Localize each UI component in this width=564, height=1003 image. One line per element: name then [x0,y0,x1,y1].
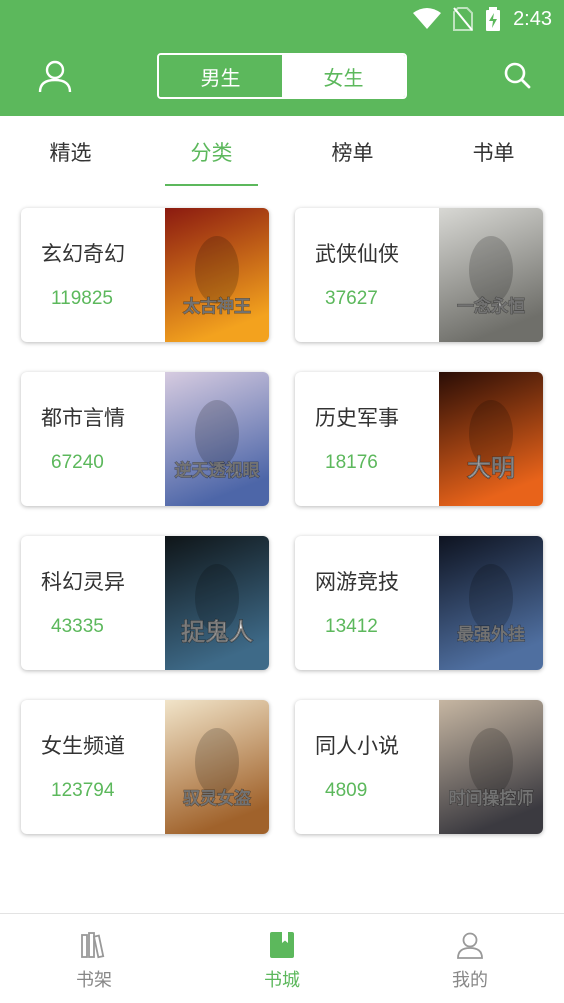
book-cover-image: 捉鬼人 [165,536,269,670]
app-header: 男生 女生 [0,36,564,116]
svg-text:太古神王: 太古神王 [183,296,251,317]
category-card[interactable]: 历史军事 18176 大明 [295,372,543,506]
no-sim-icon [453,7,474,31]
category-count: 67240 [51,452,104,473]
category-name: 女生频道 [41,734,125,758]
svg-text:逆天透视眼: 逆天透视眼 [175,460,260,481]
category-grid: 玄幻奇幻 119825 太古神王 武侠仙侠 37627 一念永恒 都市言情 67… [21,208,543,834]
nav-bookshelf[interactable]: 书架 [0,914,188,1003]
book-cover-image: 一念永恒 [439,208,543,342]
category-count: 4809 [325,780,368,801]
category-name: 网游竞技 [315,570,399,594]
book-cover-image: 大明 [439,372,543,506]
wifi-icon [413,8,442,29]
book-cover-image: 太古神王 [165,208,269,342]
bookshelf-icon [81,932,105,959]
user-icon[interactable] [37,58,73,94]
category-count: 37627 [325,288,378,309]
tab-rankings[interactable]: 榜单 [282,116,423,188]
category-name: 历史军事 [315,406,399,430]
status-bar: 2:43 [0,0,564,36]
gender-toggle: 男生 女生 [157,53,407,99]
category-name: 科幻灵异 [41,570,125,594]
battery-charging-icon [486,7,501,31]
category-count: 13412 [325,616,378,637]
status-time: 2:43 [513,7,552,30]
book-cover-image: 逆天透视眼 [165,372,269,506]
search-icon[interactable] [500,58,536,94]
nav-bookstore[interactable]: 书城 [188,914,376,1003]
tab-categories[interactable]: 分类 [141,116,282,188]
tab-featured[interactable]: 精选 [0,116,141,188]
category-card[interactable]: 同人小说 4809 时间操控师 [295,700,543,834]
category-name: 武侠仙侠 [315,242,399,266]
book-cover-image: 最强外挂 [439,536,543,670]
status-icons: 2:43 [413,6,552,32]
svg-text:大明: 大明 [467,453,515,482]
gender-option-male[interactable]: 男生 [159,55,282,97]
bottom-nav: 书架 书城 我的 [0,913,564,1003]
category-name: 都市言情 [41,406,125,430]
category-card[interactable]: 网游竞技 13412 最强外挂 [295,536,543,670]
book-cover-image: 时间操控师 [439,700,543,834]
svg-text:捉鬼人: 捉鬼人 [181,617,253,646]
store-tabs: 精选 分类 榜单 书单 [0,116,564,188]
svg-text:一念永恒: 一念永恒 [457,296,525,317]
category-card[interactable]: 都市言情 67240 逆天透视眼 [21,372,269,506]
category-count: 18176 [325,452,378,473]
book-cover-image: 驭灵女盗 [165,700,269,834]
profile-icon [457,932,483,959]
nav-label-profile: 我的 [452,970,488,991]
category-count: 123794 [51,780,115,801]
svg-text:时间操控师: 时间操控师 [449,788,534,809]
nav-profile[interactable]: 我的 [376,914,564,1003]
book-icon [270,932,294,958]
category-card[interactable]: 武侠仙侠 37627 一念永恒 [295,208,543,342]
category-count: 119825 [51,288,113,309]
gender-option-female[interactable]: 女生 [282,55,405,97]
category-card[interactable]: 女生频道 123794 驭灵女盗 [21,700,269,834]
svg-text:驭灵女盗: 驭灵女盗 [183,788,251,809]
category-card[interactable]: 玄幻奇幻 119825 太古神王 [21,208,269,342]
category-name: 同人小说 [315,734,399,758]
nav-label-bookstore: 书城 [264,970,300,991]
tab-booklists[interactable]: 书单 [423,116,564,188]
category-card[interactable]: 科幻灵异 43335 捉鬼人 [21,536,269,670]
category-name: 玄幻奇幻 [41,242,125,266]
svg-text:最强外挂: 最强外挂 [457,624,525,645]
nav-label-bookshelf: 书架 [76,970,112,991]
category-count: 43335 [51,616,104,637]
